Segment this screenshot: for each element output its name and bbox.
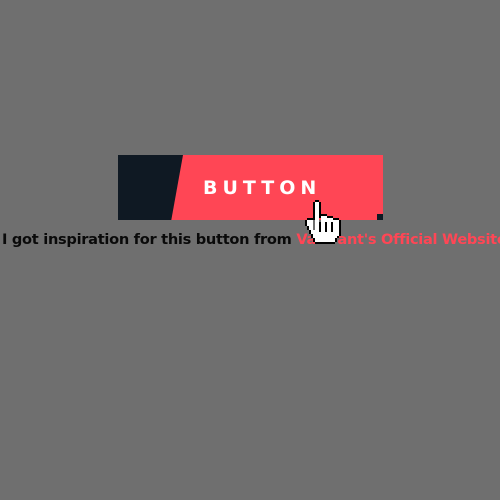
button-corner-accent: [377, 214, 383, 220]
caption-text: I got inspiration for this button from: [2, 231, 297, 248]
button-dark-slice: [118, 155, 183, 220]
inspiration-caption: I got inspiration for this button from V…: [2, 231, 500, 248]
pointer-hand-icon: [299, 196, 363, 260]
page: BUTTON I got inspiration for this button…: [0, 0, 500, 500]
